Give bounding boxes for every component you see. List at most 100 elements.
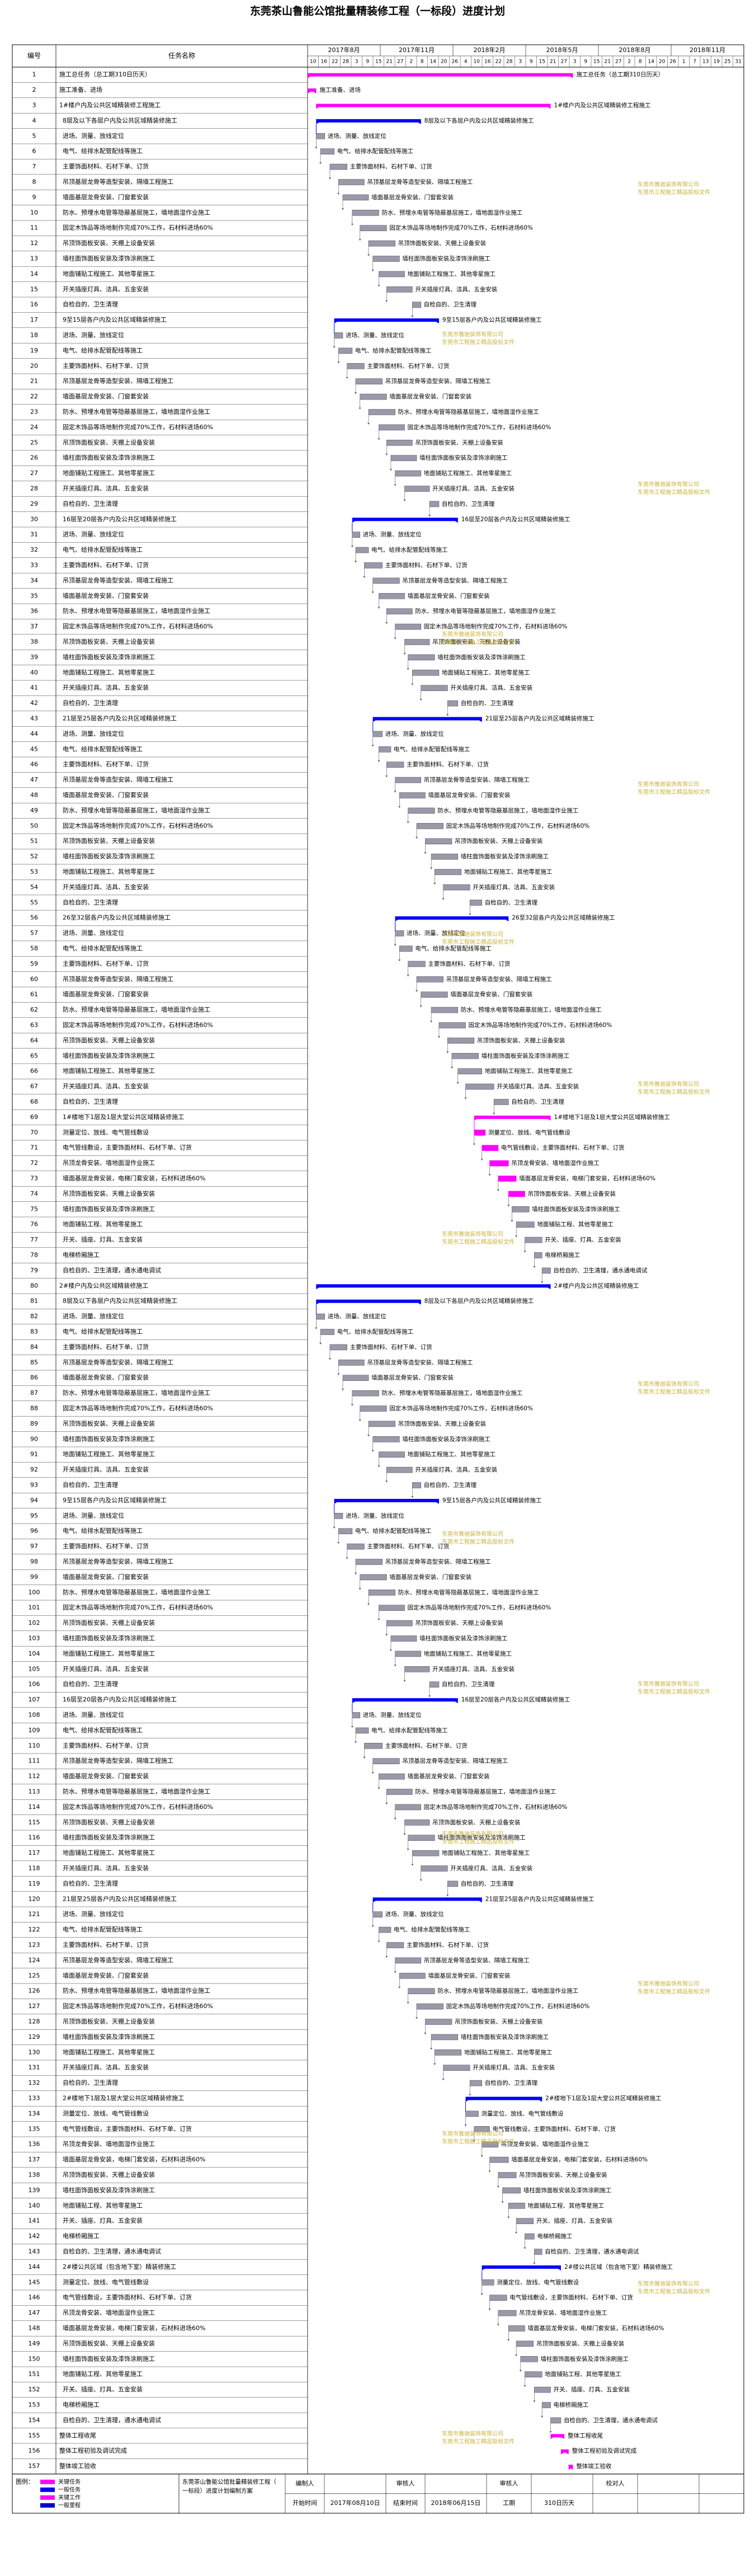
link-arrow: [549, 2431, 552, 2433]
link-arrow: [394, 944, 397, 946]
task-name: 吊顶基层龙骨等造型安装、隔墙工程施工: [63, 775, 173, 783]
bar-label: 整体工程收尾: [568, 2432, 603, 2439]
watermark-line: 东莞市工程施工精品投标文件: [638, 1088, 710, 1096]
summary-bar: [316, 1284, 551, 1288]
task-id: 25: [30, 439, 38, 446]
link-arrow: [371, 1925, 374, 1928]
task-bar: [368, 1421, 395, 1427]
bar-label: 墙柱面饰面板安装及漆饰涂刷施工: [419, 454, 508, 462]
task-name: 开关、插座、灯具、五金安装: [63, 1235, 143, 1243]
watermark-line: 东莞市工程施工精品投标文件: [638, 189, 710, 196]
task-bar: [493, 1099, 509, 1105]
task-bar: [408, 1988, 435, 1994]
task-id: 95: [30, 1512, 38, 1519]
task-name: 开关、插座、灯具、五金安装: [63, 2217, 143, 2225]
link-arrow: [523, 2385, 526, 2387]
task-bar: [474, 1130, 486, 1136]
task-id: 59: [30, 960, 38, 967]
task-name: 进场、测量、放线定位: [63, 1910, 124, 1918]
bar-label: 吊顶饰面板安装、天棚上设备安装: [398, 1420, 487, 1427]
task-bar: [395, 930, 404, 937]
task-name: 测量定位、放线、电气管线敷设: [63, 2278, 149, 2286]
summary-bar: [474, 1115, 551, 1119]
task-id: 99: [30, 1573, 38, 1581]
task-bar: [360, 393, 387, 400]
task-id: 49: [30, 807, 38, 814]
bar-label: 地面铺贴工程施工、其他零星施工: [408, 270, 496, 278]
day-label: 19: [714, 59, 720, 65]
link-arrow: [394, 1971, 397, 1973]
bar-label: 施工总任务（总工期310日历天）: [576, 71, 664, 78]
link-arrow: [430, 1021, 433, 1023]
task-bar: [360, 1405, 387, 1412]
watermark-line: 东莞市工程施工精品投标文件: [442, 938, 515, 946]
link-arrow: [403, 1833, 406, 1835]
legend-swatch: [40, 2487, 55, 2492]
watermark-line: 东莞市工程施工精品投标文件: [442, 339, 515, 346]
task-name: 墙柱面饰面板安装及漆饰涂刷施工: [63, 1634, 155, 1642]
task-bar: [342, 1375, 369, 1381]
day-label: 21: [386, 59, 393, 65]
link-arrow: [371, 1772, 374, 1774]
task-id: 126: [29, 1987, 40, 1995]
task-name: 1#楼地下1层及1层大堂公共区域精装修施工: [63, 1113, 184, 1121]
bar-label: 1#楼户内及公共区域精装修工程施工: [554, 102, 651, 109]
task-name: 吊顶饰面板安装、天棚上设备安装: [63, 1036, 155, 1044]
task-name: 16层至20层各户内及公共区域精装修施工: [63, 515, 177, 523]
day-label: 28: [343, 59, 350, 65]
bar-label: 测量定位、放线、电气管线敷设: [482, 2110, 564, 2117]
task-name: 防水、预埋水电管等隐蔽基层施工，墙地面湿作业施工: [63, 408, 210, 416]
task-name: 主要饰面材料、石材下单、订货: [63, 1941, 149, 1949]
task-id: 120: [29, 1895, 40, 1902]
task-name: 防水、预埋水电管等隐蔽基层施工，墙地面湿作业施工: [63, 607, 210, 615]
task-bar: [404, 486, 430, 492]
bar-label: 防水、预埋水电管等隐蔽基层施工，墙地面湿作业施工: [398, 1588, 539, 1596]
task-id: 122: [29, 1926, 40, 1933]
task-name: 主要饰面材料、石材下单、订货: [63, 1343, 149, 1351]
task-bar: [541, 2402, 551, 2408]
watermark-line: 东莞市工程施工精品投标文件: [442, 638, 515, 646]
task-name: 吊顶基层龙骨等造型安装、隔墙工程施工: [63, 1757, 173, 1765]
bar-label: 地面铺贴工程、其他零星施工: [545, 2371, 621, 2378]
bar-label: 8层及以下各层户内及公共区域精装修施工: [424, 117, 534, 124]
bar-label: 墙柱面饰面板安装及漆饰涂刷施工: [402, 1435, 490, 1442]
summary-bar: [482, 2265, 561, 2269]
bar-label: 测量定位、放线、电气管线敷设: [488, 1129, 570, 1136]
task-id: 28: [30, 485, 38, 492]
task-name: 26至32层各户内及公共区域精装修施工: [63, 914, 171, 922]
link-arrow: [407, 2002, 409, 2004]
task-id: 7: [32, 163, 36, 170]
task-name: 地面铺贴工程施工、其他零星施工: [63, 668, 155, 676]
task-bar: [329, 163, 347, 170]
task-bar: [431, 853, 459, 860]
bar-label: 吊顶饰面板安装、天棚上设备安装: [455, 838, 543, 845]
link-arrow: [519, 2370, 522, 2372]
task-bar: [443, 2065, 470, 2071]
bar-label: 吊顶饰面板安装、天棚上设备安装: [398, 239, 487, 247]
footer-label: 审核人: [500, 2479, 518, 2487]
task-bar: [550, 2417, 561, 2424]
task-name: 固定木饰品等场地制作完成70%工作，石材料进场60%: [63, 622, 213, 630]
bar-label: 电气、给排水配管配线等施工: [371, 1727, 448, 1734]
task-bar: [508, 1191, 525, 1197]
task-name: 开关插座灯具、洁具、五金安装: [63, 883, 149, 891]
legend-item: 关键工作: [58, 2494, 81, 2501]
task-id: 149: [29, 2340, 40, 2347]
task-id: 89: [30, 1420, 38, 1427]
task-name: 进场、测量、放线定位: [63, 1511, 124, 1519]
task-id: 38: [30, 638, 38, 646]
task-bar: [386, 286, 413, 293]
bar-label: 开关、插座、灯具、五金安装: [554, 2386, 630, 2393]
task-bar: [386, 1789, 413, 1795]
task-bar: [355, 547, 369, 553]
task-id: 26: [30, 454, 38, 462]
task-name: 墙柱面饰面板安装及漆饰涂刷施工: [63, 852, 155, 860]
task-id: 8: [32, 178, 36, 186]
task-bar: [421, 991, 448, 998]
bar-label: 开关插座灯具、洁具、五金安装: [450, 684, 532, 692]
day-label: 3: [573, 59, 577, 65]
task-name: 吊顶饰面板安装、天棚上设备安装: [63, 239, 155, 247]
task-id: 12: [30, 239, 38, 247]
task-name: 吊顶基层龙骨等造型安装、隔墙工程施工: [63, 377, 173, 385]
task-name: 吊顶基层龙骨等造型安装、隔墙工程施工: [63, 1558, 173, 1566]
